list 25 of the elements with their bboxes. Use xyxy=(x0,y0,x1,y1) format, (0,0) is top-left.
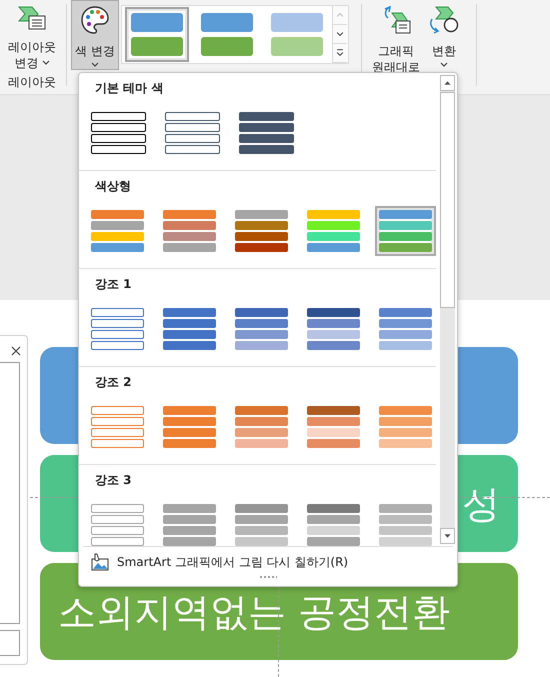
scroll-down-button[interactable] xyxy=(440,528,455,544)
layout-icon xyxy=(17,5,47,31)
pane-field[interactable] xyxy=(0,630,20,656)
palette-icon xyxy=(80,5,110,35)
convert-icon xyxy=(428,5,460,35)
section-title: 기본 테마 색 xyxy=(95,80,164,96)
scroll-down-button[interactable] xyxy=(332,25,347,44)
convert-button[interactable]: 변환 xyxy=(424,0,464,70)
layout-button[interactable]: 레이아웃 변경 xyxy=(4,0,60,74)
close-icon[interactable] xyxy=(11,346,21,356)
group-label: 레이아웃 xyxy=(7,74,57,91)
scrollbar-thumb[interactable] xyxy=(440,92,455,308)
shape-text: 성 xyxy=(462,484,500,522)
section-title: 강조 2 xyxy=(95,374,133,390)
recolor-pictures-icon xyxy=(91,553,109,571)
change-colors-button[interactable]: 색 변경 xyxy=(71,0,119,70)
shape-text: 소외지역없는 공정전환 xyxy=(58,592,450,630)
style-option[interactable] xyxy=(124,7,189,62)
section-title: 색상형 xyxy=(95,178,132,194)
scroll-up-button[interactable] xyxy=(440,75,455,91)
section-title: 강조 1 xyxy=(95,276,133,292)
section-title: 강조 3 xyxy=(95,472,133,488)
text-pane[interactable] xyxy=(0,362,20,624)
color-option[interactable] xyxy=(375,206,436,256)
more-button[interactable] xyxy=(332,44,347,63)
